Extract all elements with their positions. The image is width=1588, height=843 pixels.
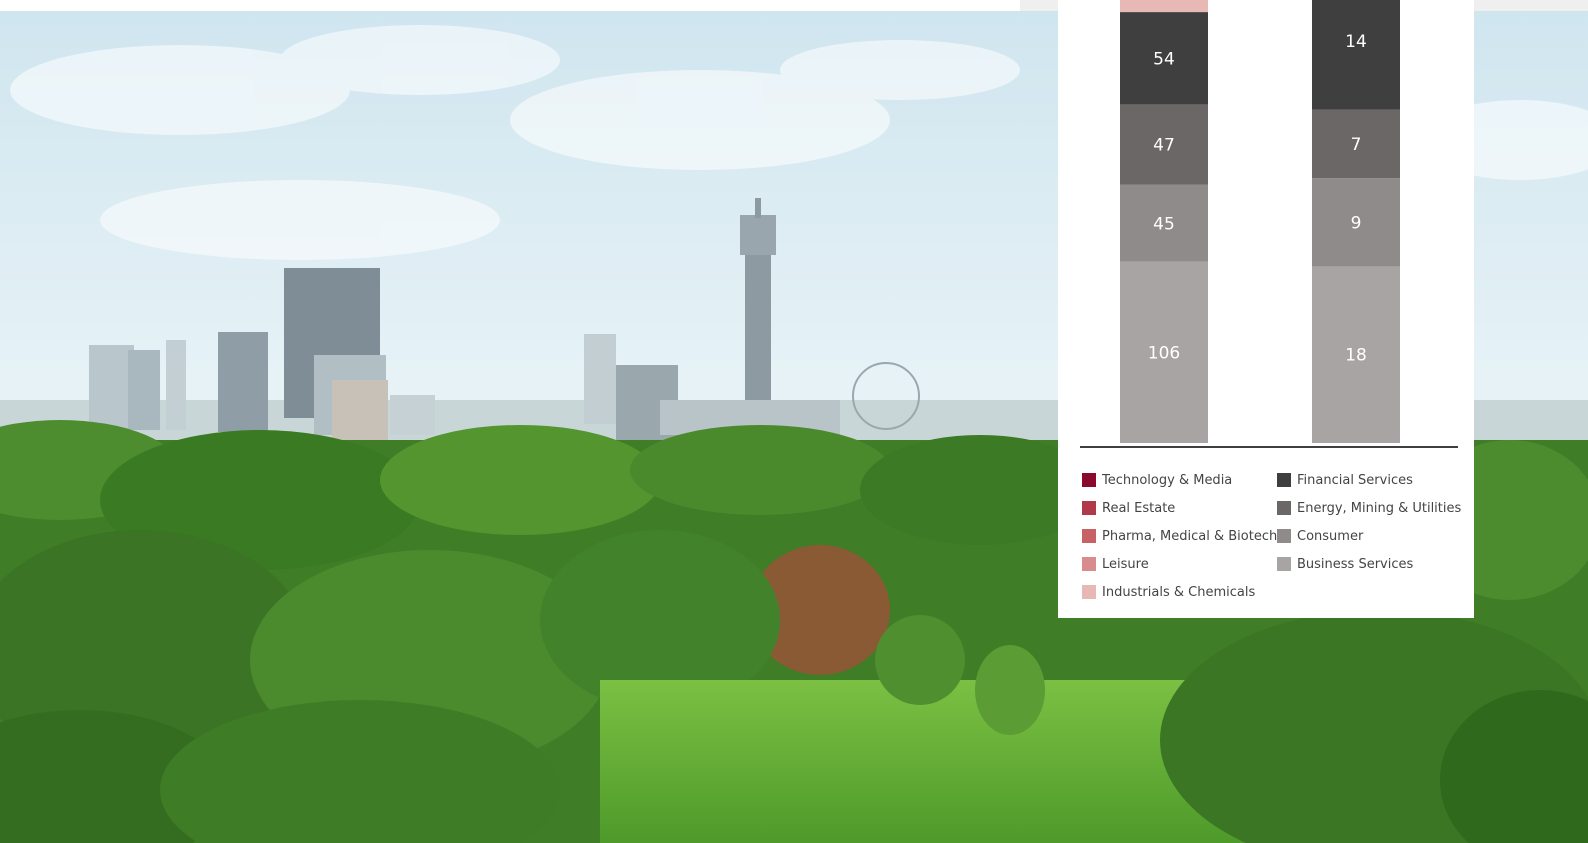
legend-swatch bbox=[1277, 501, 1291, 515]
data-label: 54 bbox=[1153, 49, 1175, 69]
legend-swatch bbox=[1082, 473, 1096, 487]
legend-label: Pharma, Medical & Biotech bbox=[1102, 528, 1278, 544]
legend-item-energy: Energy, Mining & Utilities bbox=[1277, 494, 1461, 522]
top-bar bbox=[0, 0, 1020, 11]
legend-label: Financial Services bbox=[1297, 472, 1413, 488]
legend-label: Industrials & Chemicals bbox=[1102, 584, 1256, 600]
legend-item-real-estate: Real Estate bbox=[1082, 494, 1277, 522]
legend-label: Leisure bbox=[1102, 556, 1149, 572]
data-label: 7 bbox=[1351, 135, 1362, 155]
data-label: 106 bbox=[1148, 343, 1180, 363]
stacked-bar-chart: 106 45 47 54 18 9 7 14 bbox=[1080, 0, 1458, 448]
legend-column-right: Financial Services Energy, Mining & Util… bbox=[1277, 466, 1461, 578]
chart-panel: 106 45 47 54 18 9 7 14 Technology & Media Real … bbox=[1058, 0, 1474, 618]
legend-item-industrials: Industrials & Chemicals bbox=[1082, 578, 1277, 606]
legend-label: Energy, Mining & Utilities bbox=[1297, 500, 1462, 516]
legend-column-left: Technology & Media Real Estate Pharma, M… bbox=[1082, 466, 1277, 606]
legend-swatch bbox=[1277, 529, 1291, 543]
legend-item-business-services: Business Services bbox=[1277, 550, 1461, 578]
bar-segment-industrials-chemicals bbox=[1120, 0, 1208, 13]
legend-swatch bbox=[1082, 557, 1096, 571]
data-label: 47 bbox=[1153, 136, 1175, 156]
legend-swatch bbox=[1277, 473, 1291, 487]
legend-item-consumer: Consumer bbox=[1277, 522, 1461, 550]
legend-label: Real Estate bbox=[1102, 500, 1176, 516]
data-label: 14 bbox=[1345, 32, 1367, 52]
legend-swatch bbox=[1082, 501, 1096, 515]
legend-label: Consumer bbox=[1297, 528, 1364, 544]
legend-swatch bbox=[1277, 557, 1291, 571]
legend-swatch bbox=[1082, 585, 1096, 599]
legend-item-technology-media: Technology & Media bbox=[1082, 466, 1277, 494]
data-label: 45 bbox=[1153, 214, 1175, 234]
data-label: 9 bbox=[1351, 213, 1362, 233]
bar-segment-financial-services bbox=[1312, 0, 1400, 110]
legend-label: Business Services bbox=[1297, 556, 1414, 572]
legend-label: Technology & Media bbox=[1102, 472, 1233, 488]
legend-swatch bbox=[1082, 529, 1096, 543]
legend-item-financial-services: Financial Services bbox=[1277, 466, 1461, 494]
legend-item-pharma: Pharma, Medical & Biotech bbox=[1082, 522, 1277, 550]
legend-item-leisure: Leisure bbox=[1082, 550, 1277, 578]
data-label: 18 bbox=[1345, 346, 1367, 366]
